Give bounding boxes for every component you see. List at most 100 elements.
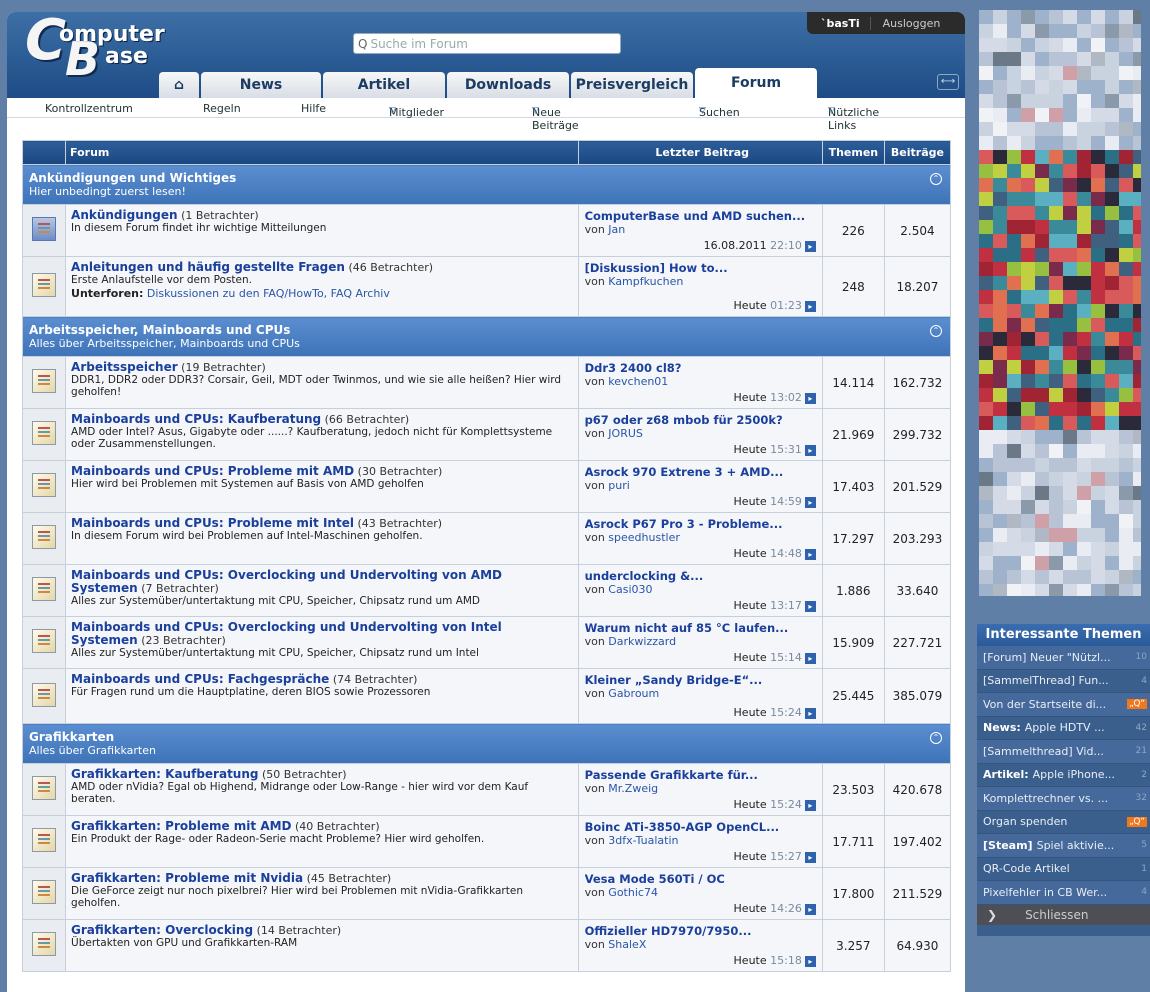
collapse-icon[interactable]: ⌃	[930, 732, 942, 744]
go-to-last-post-icon[interactable]: ▸	[804, 240, 816, 252]
forum-row: Mainboards und CPUs: Overclocking und Un…	[21, 564, 952, 617]
last-post-link[interactable]: Passende Grafikkarte für...	[585, 768, 816, 782]
sidebar-ad-image[interactable]	[979, 10, 1141, 596]
forum-description: DDR1, DDR2 oder DDR3? Corsair, Geil, MDT…	[71, 374, 562, 398]
category-title[interactable]: Grafikkarten	[29, 730, 944, 744]
forum-title-link[interactable]: Mainboards und CPUs: Kaufberatung	[71, 412, 321, 426]
logout-link[interactable]: Ausloggen	[871, 17, 941, 30]
last-post-author[interactable]: Gothic74	[608, 886, 658, 899]
last-post-author[interactable]: JORUS	[608, 427, 643, 440]
go-to-last-post-icon[interactable]: ▸	[804, 799, 816, 811]
tab-preisvergleich[interactable]: Preisvergleich	[571, 72, 693, 98]
interesting-topic-item[interactable]: News: Apple HDTV ... 42	[977, 717, 1150, 740]
interesting-topic-item[interactable]: Komplettrechner vs. ... 32	[977, 787, 1150, 811]
subforum-link[interactable]: FAQ Archiv	[331, 287, 390, 300]
forum-status-icon	[32, 828, 57, 852]
interesting-topic-item[interactable]: [Steam] Spiel aktivie... 5	[977, 834, 1150, 858]
collapse-icon[interactable]: ⌃	[930, 173, 942, 185]
category-desc: Hier unbedingt zuerst lesen!	[29, 185, 186, 198]
category-title[interactable]: Ankündigungen und Wichtiges	[29, 171, 944, 185]
last-post-link[interactable]: underclocking &...	[585, 569, 816, 583]
interesting-topic-item[interactable]: [Forum] Neuer "Nützl... 10	[977, 646, 1150, 670]
interesting-topic-item[interactable]: Pixelfehler in CB Wer... 4	[977, 881, 1150, 905]
expand-width-icon[interactable]: ⟷	[937, 74, 959, 90]
category-row[interactable]: Ankündigungen und Wichtiges Hier unbeding…	[22, 164, 951, 205]
last-post-link[interactable]: Asrock P67 Pro 3 - Probleme...	[585, 517, 816, 531]
last-post-author[interactable]: Casi030	[608, 583, 652, 596]
forum-title-link[interactable]: Mainboards und CPUs: Fachgespräche	[71, 672, 329, 686]
forum-title-link[interactable]: Mainboards und CPUs: Probleme mit AMD	[71, 464, 354, 478]
interesting-topic-item[interactable]: Organ spenden „Q“	[977, 811, 1150, 834]
tab-forum[interactable]: Forum	[695, 68, 817, 98]
interesting-topic-item[interactable]: QR-Code Artikel 1	[977, 858, 1150, 881]
interesting-topic-item[interactable]: Artikel: Apple iPhone... 2	[977, 764, 1150, 787]
subnav-kontrollzentrum[interactable]: Kontrollzentrum	[45, 102, 133, 115]
last-post-author[interactable]: Mr.Zweig	[608, 782, 658, 795]
last-post-link[interactable]: Offizieller HD7970/7950...	[585, 924, 816, 938]
go-to-last-post-icon[interactable]: ▸	[804, 392, 816, 404]
tab-news[interactable]: News	[201, 72, 321, 98]
last-post-author[interactable]: Darkwizzard	[608, 635, 676, 648]
go-to-last-post-icon[interactable]: ▸	[804, 652, 816, 664]
last-post-author[interactable]: puri	[608, 479, 630, 492]
search-input[interactable]: Q Suche im Forum	[353, 33, 621, 54]
go-to-last-post-icon[interactable]: ▸	[804, 444, 816, 456]
category-title[interactable]: Arbeitsspeicher, Mainboards und CPUs	[29, 323, 944, 337]
subforum-link[interactable]: Diskussionen zu den FAQ/HowTo,	[147, 287, 327, 300]
last-post-date: Heute	[733, 599, 767, 612]
interesting-topic-item[interactable]: Von der Startseite di... „Q“	[977, 693, 1150, 717]
last-post-link[interactable]: ComputerBase und AMD suchen...	[585, 209, 816, 223]
go-to-last-post-icon[interactable]: ▸	[804, 903, 816, 915]
go-to-last-post-icon[interactable]: ▸	[804, 300, 816, 312]
last-post-link[interactable]: p67 oder z68 mbob für 2500k?	[585, 413, 816, 427]
close-panel-button[interactable]: ❯ Schliessen	[977, 904, 1150, 925]
last-post-link[interactable]: Vesa Mode 560Ti / OC	[585, 872, 816, 886]
last-post-author[interactable]: Kampfkuchen	[608, 275, 683, 288]
forum-title-link[interactable]: Mainboards und CPUs: Overclocking und Un…	[71, 620, 502, 647]
go-to-last-post-icon[interactable]: ▸	[804, 707, 816, 719]
interesting-topic-item[interactable]: [Sammelthread] Vid... 21	[977, 740, 1150, 764]
last-post-link[interactable]: Warum nicht auf 85 °C laufen...	[585, 621, 816, 635]
category-row[interactable]: Arbeitsspeicher, Mainboards und CPUs Alle…	[22, 316, 951, 357]
subnav-regeln[interactable]: Regeln	[203, 102, 241, 115]
forum-title-link[interactable]: Anleitungen und häufig gestellte Fragen	[71, 260, 345, 274]
last-post-link[interactable]: Boinc ATi-3850-AGP OpenCL...	[585, 820, 816, 834]
go-to-last-post-icon[interactable]: ▸	[804, 851, 816, 863]
forum-table: Forum Letzter Beitrag Themen Beiträge An…	[21, 140, 952, 972]
forum-title-link[interactable]: Grafikkarten: Kaufberatung	[71, 767, 258, 781]
last-post-link[interactable]: Ddr3 2400 cl8?	[585, 361, 816, 375]
last-post-author[interactable]: Jan	[608, 223, 625, 236]
subnav-hilfe[interactable]: Hilfe	[301, 102, 326, 115]
forum-description: AMD oder Intel? Asus, Gigabyte oder ....…	[71, 426, 553, 450]
forum-title-link[interactable]: Grafikkarten: Probleme mit Nvidia	[71, 871, 303, 885]
tab-downloads[interactable]: Downloads	[447, 72, 569, 98]
forum-title-link[interactable]: Mainboards und CPUs: Overclocking und Un…	[71, 568, 502, 595]
last-post-author[interactable]: Gabroum	[608, 687, 659, 700]
forum-title-link[interactable]: Arbeitsspeicher	[71, 360, 178, 374]
last-post-link[interactable]: Asrock 970 Extrene 3 + AMD...	[585, 465, 816, 479]
interesting-topic-item[interactable]: [SammelThread] Fun... 4	[977, 670, 1150, 693]
go-to-last-post-icon[interactable]: ▸	[804, 496, 816, 508]
forum-title-link[interactable]: Grafikkarten: Probleme mit AMD	[71, 819, 291, 833]
last-post-link[interactable]: Kleiner „Sandy Bridge-E“...	[585, 673, 816, 687]
forum-title-link[interactable]: Ankündigungen	[71, 208, 178, 222]
forum-title-link[interactable]: Mainboards und CPUs: Probleme mit Intel	[71, 516, 354, 530]
last-post-author[interactable]: kevchen01	[608, 375, 668, 388]
go-to-last-post-icon[interactable]: ▸	[804, 548, 816, 560]
last-post-author[interactable]: ShaleX	[608, 938, 646, 951]
username-link[interactable]: `basTi	[807, 16, 871, 30]
computerbase-logo[interactable]: C omputer B ase	[15, 12, 175, 86]
last-post-author[interactable]: 3dfx-Tualatin	[608, 834, 678, 847]
last-post-link[interactable]: [Diskussion] How to...	[585, 261, 816, 275]
col-themen: Themen	[821, 140, 885, 165]
forum-title-link[interactable]: Grafikkarten: Overclocking	[71, 923, 253, 937]
home-icon[interactable]: ⌂	[159, 72, 199, 98]
go-to-last-post-icon[interactable]: ▸	[804, 600, 816, 612]
go-to-last-post-icon[interactable]: ▸	[804, 955, 816, 967]
tab-artikel[interactable]: Artikel	[323, 72, 445, 98]
category-row[interactable]: Grafikkarten Alles über Grafikkarten ⌃	[22, 723, 951, 764]
last-post-author[interactable]: speedhustler	[608, 531, 680, 544]
collapse-icon[interactable]: ⌃	[930, 325, 942, 337]
viewer-count: (7 Betrachter)	[141, 582, 219, 595]
reply-count: 1	[1141, 863, 1147, 874]
